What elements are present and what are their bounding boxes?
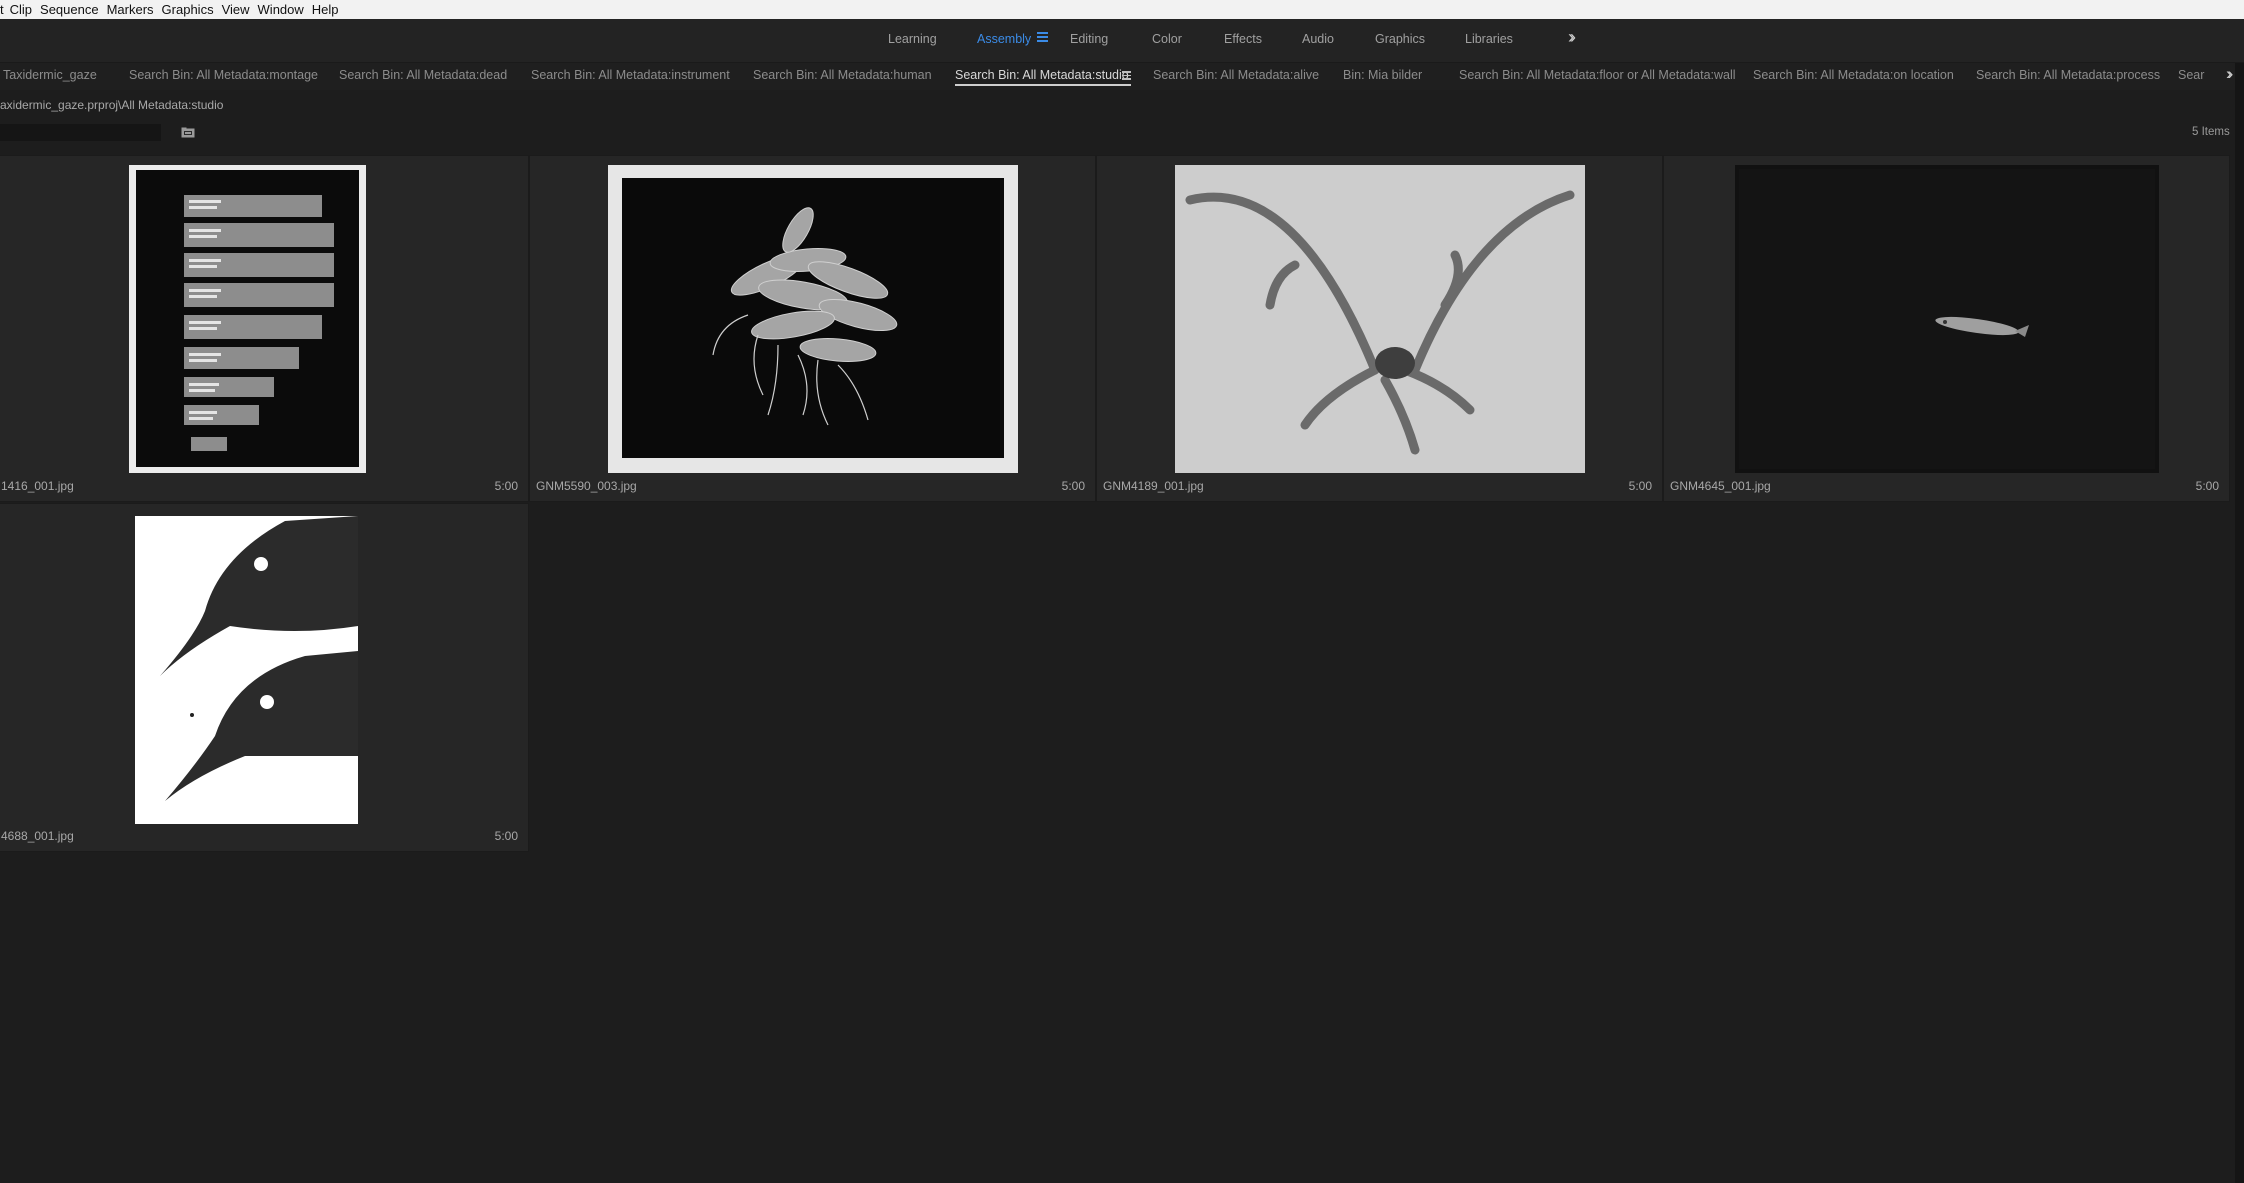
menu-item-markers[interactable]: Markers	[107, 2, 162, 17]
panel-edge	[2235, 63, 2244, 1183]
workspace-tab-assembly[interactable]: Assembly	[977, 32, 1031, 46]
panel-tab-search-truncated[interactable]: Sear	[2178, 68, 2204, 82]
thumbnail-fish	[1735, 165, 2159, 473]
file-name: GNM4189_001.jpg	[1103, 479, 1204, 493]
panel-tab-search-dead[interactable]: Search Bin: All Metadata:dead	[339, 68, 507, 82]
workspace-tab-color[interactable]: Color	[1152, 32, 1182, 46]
new-bin-icon[interactable]	[181, 127, 195, 138]
workspace-bar: Learning Assembly Editing Color Effects …	[0, 19, 2244, 63]
media-tile[interactable]: GNM4645_001.jpg 5:00	[1663, 155, 2230, 502]
thumbnail-antlers	[1175, 165, 1585, 473]
thumbnail-plants	[608, 165, 1018, 473]
bin-path: axidermic_gaze.prproj\All Metadata:studi…	[0, 98, 224, 112]
menu-item-window[interactable]: Window	[258, 2, 312, 17]
thumbnail-labels	[129, 165, 366, 473]
file-name: 4688_001.jpg	[1, 829, 74, 843]
duration: 5:00	[1061, 479, 1085, 493]
workspace-menu-icon[interactable]	[1037, 32, 1048, 43]
thumbnail-bird-heads	[135, 516, 358, 824]
items-count: 5 Items	[2192, 126, 2230, 138]
menu-item-view[interactable]: View	[222, 2, 258, 17]
workspace-tab-libraries[interactable]: Libraries	[1465, 32, 1513, 46]
panel-tab-search-process[interactable]: Search Bin: All Metadata:process	[1976, 68, 2160, 82]
menu-item-edit[interactable]: t	[0, 2, 10, 17]
panel-tab-search-floor-wall[interactable]: Search Bin: All Metadata:floor or All Me…	[1459, 68, 1736, 82]
workspace-tab-learning[interactable]: Learning	[888, 32, 937, 46]
workspace-tab-graphics[interactable]: Graphics	[1375, 32, 1425, 46]
panel-tab-search-human[interactable]: Search Bin: All Metadata:human	[753, 68, 932, 82]
panel-tab-bar: Taxidermic_gaze Search Bin: All Metadata…	[0, 63, 2244, 90]
media-tile[interactable]: 1416_001.jpg 5:00	[0, 155, 529, 502]
panel-tab-bin-mia-bilder[interactable]: Bin: Mia bilder	[1343, 68, 1422, 82]
panel-tab-search-montage[interactable]: Search Bin: All Metadata:montage	[129, 68, 318, 82]
duration: 5:00	[2195, 479, 2219, 493]
media-tile[interactable]: 4688_001.jpg 5:00	[0, 503, 529, 852]
panel-tab-project[interactable]: Taxidermic_gaze	[3, 68, 97, 82]
workspace-tab-effects[interactable]: Effects	[1224, 32, 1262, 46]
menu-bar: t Clip Sequence Markers Graphics View Wi…	[0, 0, 2244, 19]
file-name: GNM5590_003.jpg	[536, 479, 637, 493]
panel-tab-search-instrument[interactable]: Search Bin: All Metadata:instrument	[531, 68, 730, 82]
duration: 5:00	[494, 479, 518, 493]
search-input[interactable]	[0, 124, 161, 141]
workspace-tab-audio[interactable]: Audio	[1302, 32, 1334, 46]
double-chevron-right-icon[interactable]: ››	[1568, 27, 1576, 48]
panel-menu-icon[interactable]	[1122, 71, 1131, 82]
file-name: GNM4645_001.jpg	[1670, 479, 1771, 493]
menu-item-graphics[interactable]: Graphics	[162, 2, 222, 17]
menu-item-help[interactable]: Help	[312, 2, 347, 17]
file-name: 1416_001.jpg	[1, 479, 74, 493]
duration: 5:00	[494, 829, 518, 843]
menu-item-sequence[interactable]: Sequence	[40, 2, 107, 17]
panel-tab-search-on-location[interactable]: Search Bin: All Metadata:on location	[1753, 68, 1954, 82]
duration: 5:00	[1628, 479, 1652, 493]
workspace-tab-editing[interactable]: Editing	[1070, 32, 1108, 46]
media-tile[interactable]: GNM4189_001.jpg 5:00	[1096, 155, 1663, 502]
media-tile[interactable]: GNM5590_003.jpg 5:00	[529, 155, 1096, 502]
panel-overflow-chevron-icon[interactable]: ››	[2226, 64, 2234, 84]
active-tab-indicator	[955, 84, 1131, 86]
panel-tab-search-studio[interactable]: Search Bin: All Metadata:studio	[955, 68, 1129, 82]
menu-item-clip[interactable]: Clip	[10, 2, 40, 17]
panel-tab-search-alive[interactable]: Search Bin: All Metadata:alive	[1153, 68, 1319, 82]
